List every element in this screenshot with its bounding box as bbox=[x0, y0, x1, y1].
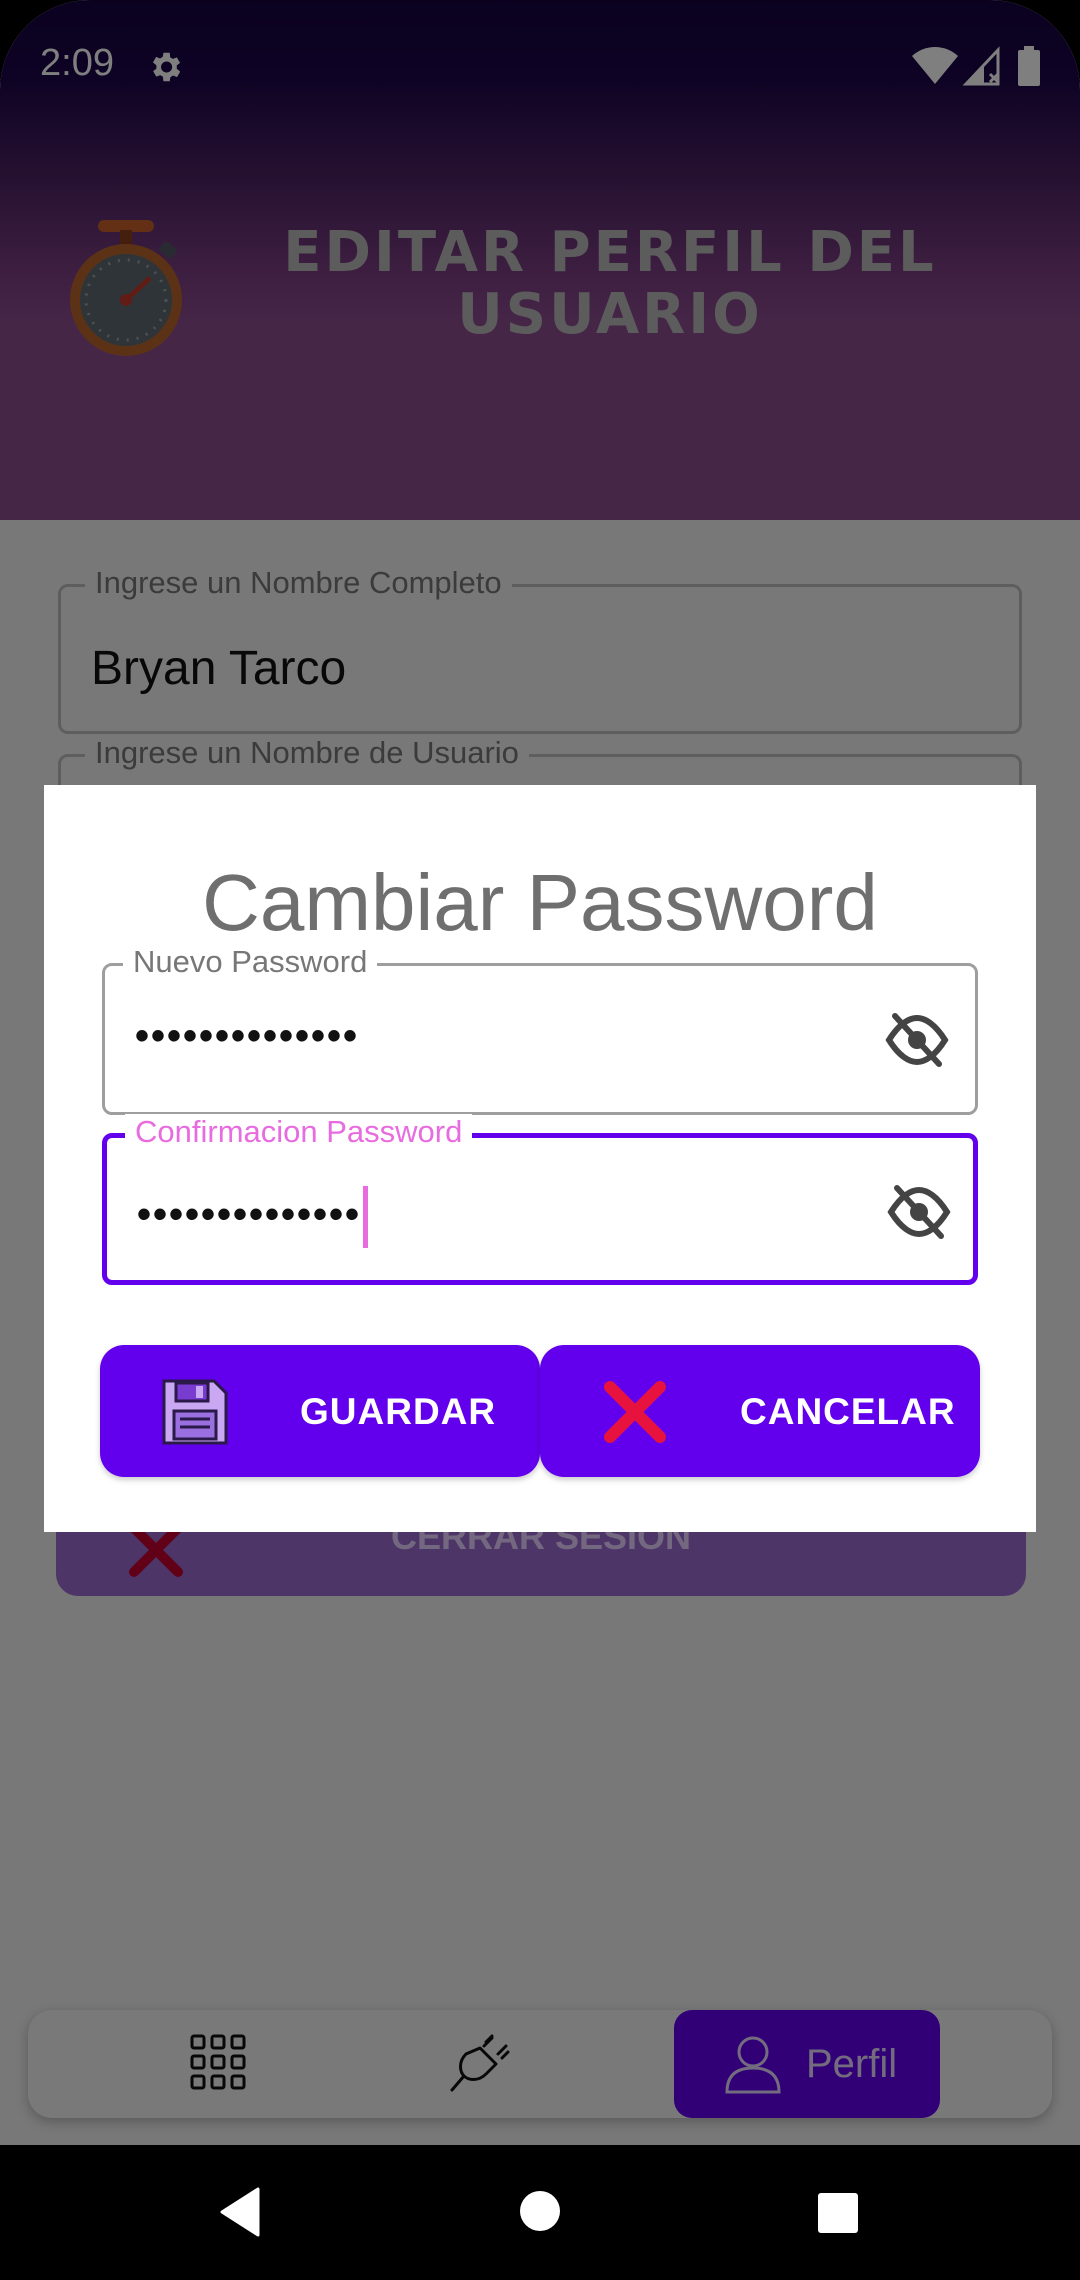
save-button-label: GUARDAR bbox=[300, 1391, 497, 1432]
dialog-title: Cambiar Password bbox=[202, 858, 878, 947]
confirm-password-value: •••••••••••••• bbox=[137, 1186, 369, 1248]
eye-off-icon[interactable] bbox=[887, 1182, 951, 1242]
text-cursor bbox=[363, 1186, 369, 1248]
confirm-password-text: •••••••••••••• bbox=[137, 1192, 362, 1237]
confirm-password-label: Confirmacion Password bbox=[125, 1114, 473, 1150]
new-password-field[interactable]: Nuevo Password •••••••••••••• bbox=[102, 944, 978, 1115]
back-triangle-icon[interactable] bbox=[218, 2187, 262, 2237]
cancel-button-label: CANCELAR bbox=[740, 1391, 956, 1432]
recents-square-icon[interactable] bbox=[818, 2193, 858, 2233]
change-password-dialog: Cambiar Password Nuevo Password ••••••••… bbox=[44, 785, 1036, 1532]
floppy-disk-icon bbox=[162, 1379, 228, 1445]
new-password-label: Nuevo Password bbox=[123, 944, 378, 980]
phone-screen: 2:09 EDITAR PERFIL DEL USUARIO Ingrese u… bbox=[0, 0, 1080, 2280]
eye-off-icon[interactable] bbox=[885, 1010, 949, 1070]
new-password-value: •••••••••••••• bbox=[135, 1014, 360, 1058]
system-navigation-bar bbox=[0, 2145, 1080, 2280]
cancel-button[interactable]: CANCELAR bbox=[540, 1345, 980, 1477]
confirm-password-field[interactable]: Confirmacion Password •••••••••••••• bbox=[102, 1114, 978, 1285]
home-circle-icon[interactable] bbox=[520, 2191, 560, 2231]
save-button[interactable]: GUARDAR bbox=[100, 1345, 540, 1477]
close-x-icon bbox=[604, 1381, 666, 1443]
